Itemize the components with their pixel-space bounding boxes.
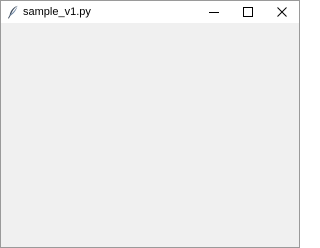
- minimize-icon: [209, 7, 219, 17]
- app-window: sample_v1.py: [0, 0, 300, 248]
- window-title: sample_v1.py: [23, 6, 91, 18]
- feather-icon: [7, 5, 19, 19]
- close-icon: [277, 7, 287, 17]
- maximize-icon: [243, 7, 253, 17]
- maximize-button[interactable]: [231, 1, 265, 23]
- close-button[interactable]: [265, 1, 299, 23]
- window-client-area: [1, 23, 299, 247]
- minimize-button[interactable]: [197, 1, 231, 23]
- title-bar[interactable]: sample_v1.py: [1, 1, 299, 23]
